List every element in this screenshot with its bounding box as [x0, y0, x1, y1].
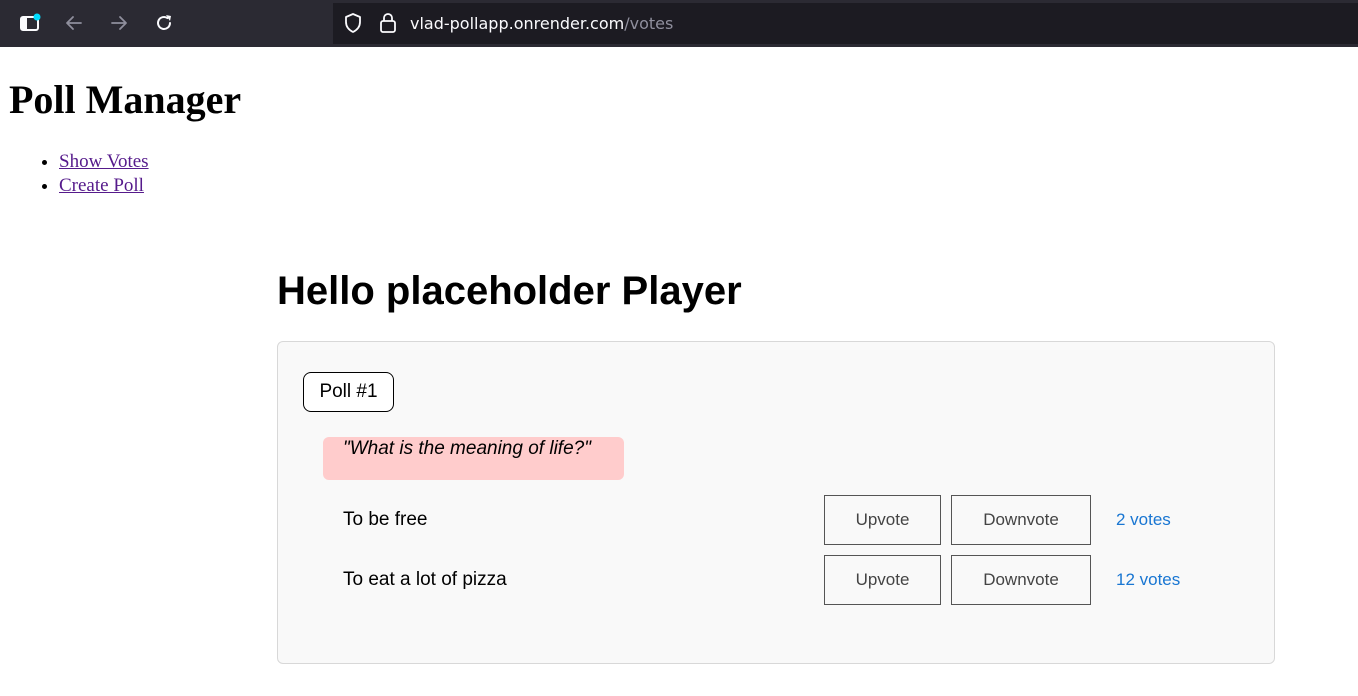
browser-toolbar: vlad-pollapp.onrender.com/votes: [0, 0, 1358, 47]
nav-item-show-votes: Show Votes: [59, 150, 149, 174]
downvote-button[interactable]: Downvote: [951, 555, 1091, 605]
url-text[interactable]: vlad-pollapp.onrender.com/votes: [410, 12, 673, 36]
lock-icon[interactable]: [378, 12, 398, 34]
upvote-button[interactable]: Upvote: [824, 555, 941, 605]
poll-badge: Poll #1: [303, 372, 394, 412]
create-poll-link[interactable]: Create Poll: [59, 175, 144, 196]
main-nav: Show Votes Create Poll: [0, 150, 149, 198]
poll-card: [277, 341, 1275, 664]
sidebar-toggle-icon[interactable]: [18, 12, 42, 34]
poll-question: "What is the meaning of life?": [323, 437, 624, 480]
upvote-button[interactable]: Upvote: [824, 495, 941, 545]
poll-option-text: To be free: [343, 509, 428, 530]
show-votes-link[interactable]: Show Votes: [59, 151, 149, 172]
vote-count: 2 votes: [1116, 510, 1171, 529]
url-path: /votes: [624, 14, 674, 33]
downvote-button[interactable]: Downvote: [951, 495, 1091, 545]
nav-item-create-poll: Create Poll: [59, 174, 149, 198]
app-title: Poll Manager: [9, 77, 242, 122]
forward-arrow-icon[interactable]: [107, 12, 131, 34]
vote-count: 12 votes: [1116, 570, 1181, 589]
reload-icon[interactable]: [152, 12, 176, 34]
poll-option-text: To eat a lot of pizza: [343, 569, 507, 590]
shield-icon[interactable]: [342, 12, 364, 34]
back-arrow-icon[interactable]: [62, 12, 86, 34]
url-host: vlad-pollapp.onrender.com: [410, 14, 625, 33]
page-title: Hello placeholder Player: [277, 269, 742, 313]
